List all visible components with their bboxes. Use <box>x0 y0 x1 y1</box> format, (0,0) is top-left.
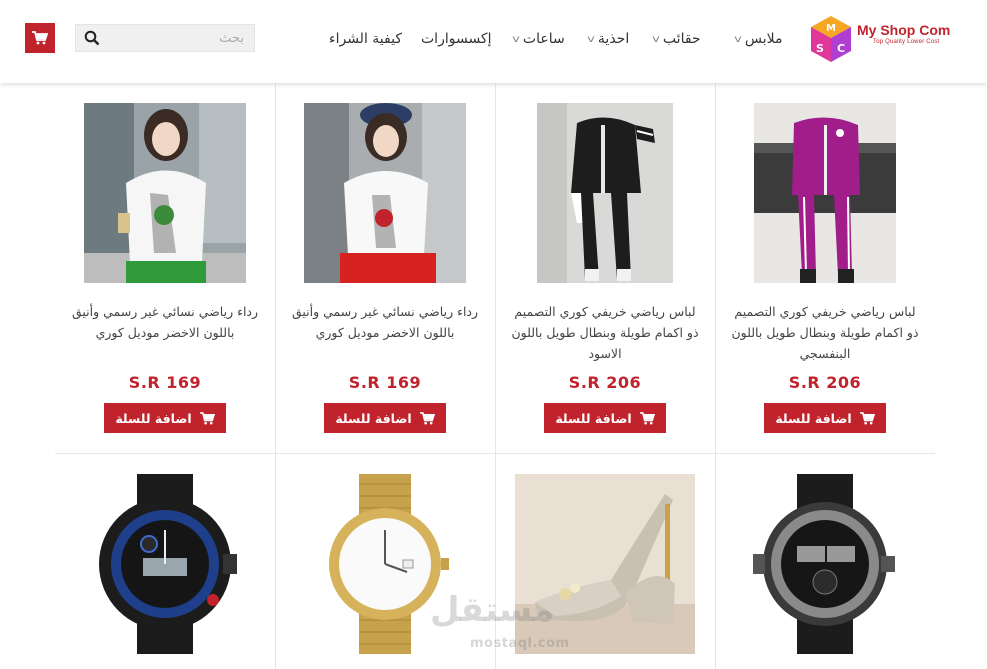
nav-item-how-to-buy[interactable]: كيفية الشراء <box>329 28 402 50</box>
nav-item-shoes[interactable]: v احذية <box>587 28 630 50</box>
add-to-cart-label: اضافة للسلة <box>555 410 632 426</box>
search-icon[interactable] <box>84 30 100 46</box>
watermark-logo: مستقل <box>430 590 555 630</box>
search-input[interactable] <box>114 29 244 47</box>
nav-item-bags[interactable]: v حقائب <box>652 28 701 50</box>
product-title[interactable]: رداء رياضي نسائي غير رسمي وأنيق باللون ا… <box>289 301 481 343</box>
svg-text:S: S <box>816 42 824 55</box>
product-card: لباس رياضي خريفي كوري التصميم ذو اكمام ط… <box>495 83 715 453</box>
add-to-cart-label: اضافة للسلة <box>335 410 412 426</box>
nav-item-watches[interactable]: v ساعات <box>512 28 565 50</box>
product-card: رداء رياضي نسائي غير رسمي وأنيق باللون ا… <box>275 83 495 453</box>
chevron-down-icon: v <box>587 33 595 45</box>
logo-cube-icon: M S C <box>811 16 851 62</box>
add-to-cart-button[interactable]: اضافة للسلة <box>324 403 446 433</box>
chevron-down-icon: v <box>652 33 660 45</box>
product-image[interactable] <box>735 474 915 654</box>
svg-text:M: M <box>826 23 836 34</box>
logo-brand-text: My Shop Com <box>857 22 951 38</box>
add-to-cart-label: اضافة للسلة <box>115 410 192 426</box>
nav-label: احذية <box>597 31 630 47</box>
product-card <box>55 454 275 669</box>
nav-item-accessories[interactable]: إكسسوارات <box>421 28 492 50</box>
product-image[interactable] <box>537 103 673 283</box>
cart-icon <box>199 411 215 424</box>
chevron-down-icon: v <box>734 33 742 45</box>
product-card: لباس رياضي خريفي كوري التصميم ذو اكمام ط… <box>715 83 935 453</box>
product-title[interactable]: رداء رياضي نسائي غير رسمي وأنيق باللون ا… <box>69 301 261 343</box>
product-title[interactable]: لباس رياضي خريفي كوري التصميم ذو اكمام ط… <box>509 301 701 364</box>
watermark-url: mostaql.com <box>470 636 570 651</box>
product-image[interactable] <box>75 474 255 654</box>
add-to-cart-label: اضافة للسلة <box>775 410 852 426</box>
add-to-cart-button[interactable]: اضافة للسلة <box>544 403 666 433</box>
product-grid: رداء رياضي نسائي غير رسمي وأنيق باللون ا… <box>55 83 935 669</box>
nav-label: ملابس <box>744 31 783 47</box>
nav-label: كيفية الشراء <box>329 31 402 47</box>
nav-item-clothes[interactable]: v ملابس <box>734 28 783 50</box>
product-card <box>275 454 495 669</box>
product-price: S.R 169 <box>128 373 202 392</box>
cart-icon <box>419 411 435 424</box>
product-image[interactable] <box>754 103 896 283</box>
product-image[interactable] <box>304 103 466 283</box>
product-image[interactable] <box>84 103 246 283</box>
product-card <box>715 454 935 669</box>
nav-label: حقائب <box>662 31 701 47</box>
search-box <box>75 24 255 52</box>
nav-label: إكسسوارات <box>421 31 492 47</box>
cart-icon <box>639 411 655 424</box>
add-to-cart-button[interactable]: اضافة للسلة <box>764 403 886 433</box>
cart-icon <box>859 411 875 424</box>
product-price: S.R 169 <box>348 373 422 392</box>
add-to-cart-button[interactable]: اضافة للسلة <box>104 403 226 433</box>
site-logo[interactable]: M S C My Shop Com Top Quality Lower Cost <box>808 14 968 64</box>
product-price: S.R 206 <box>788 373 862 392</box>
product-price: S.R 206 <box>568 373 642 392</box>
product-title[interactable]: لباس رياضي خريفي كوري التصميم ذو اكمام ط… <box>729 301 921 364</box>
cart-icon <box>32 31 48 45</box>
site-header: v ملابس v حقائب v احذية v ساعات إكسسوارا… <box>0 0 987 83</box>
chevron-down-icon: v <box>512 33 520 45</box>
product-card: رداء رياضي نسائي غير رسمي وأنيق باللون ا… <box>55 83 275 453</box>
logo-tagline: Top Quality Lower Cost <box>873 39 940 45</box>
svg-text:C: C <box>837 42 845 55</box>
cart-button[interactable] <box>25 23 55 53</box>
nav-label: ساعات <box>522 31 565 47</box>
